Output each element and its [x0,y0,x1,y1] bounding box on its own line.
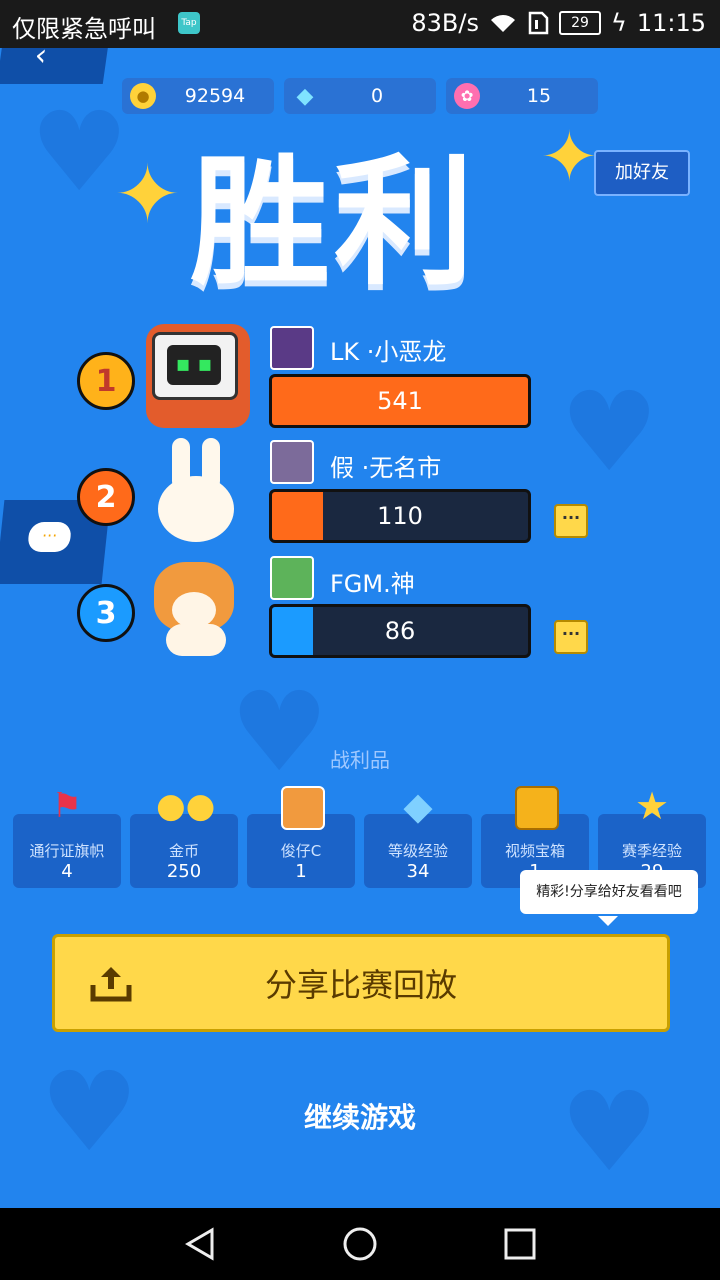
recents-square-icon[interactable] [502,1226,538,1262]
gold-coin-icon: ● [130,83,156,109]
reward-card: ◆ 等级经验 34 [364,786,472,888]
status-right: 83B/s 29 ϟ 11:15 [411,9,706,37]
player-name: LK ·小恶龙 [330,338,447,366]
continue-game-button[interactable]: 继续游戏 [0,1096,720,1136]
charging-icon: ϟ [610,9,627,37]
reward-count: 250 [166,861,202,882]
reward-label: 视频宝箱 [504,842,565,860]
player-profile-thumbnail[interactable] [270,556,314,600]
score-value: 86 [384,617,416,645]
game-result-screen: ♥ ♥ ♥ ♥ ♥ ‹ ● 92594 ◆ 0 ✿ 15 ✦ 胜利 ✦ 加好友 … [0,48,720,1208]
player-profile-thumbnail[interactable] [270,326,314,370]
sparkle-icon: ✦ [114,148,182,241]
reward-count: 34 [406,861,430,882]
reward-label: 赛季经验 [621,842,682,860]
currency-value: 15 [526,85,552,107]
carrier-text: 仅限紧急呼叫 [12,15,156,43]
treasure-chest-icon [515,786,559,830]
player-name: FGM.神 [330,570,415,598]
rank-badge: 3 [77,584,135,642]
rabbit-avatar-icon [158,476,234,542]
diamond-icon: ◆ [296,83,314,109]
coins-icon: ●● [156,786,216,826]
victory-title: 胜利 [190,142,479,305]
currency-lotus: ✿ 15 [446,78,598,114]
back-arrow-icon: ‹ [32,48,50,73]
tap-app-icon: Tap [178,12,200,34]
reward-label: 俊仔C [280,842,322,860]
score-bar: 110 [269,489,531,543]
flag-icon: ⚑ [51,786,83,826]
currency-gold: ● 92594 [122,78,274,114]
reward-card: ⚑ 通行证旗帜 4 [13,786,121,888]
star-icon: ★ [634,784,670,828]
currency-value: 0 [370,85,384,107]
sim-icon [528,11,549,35]
score-bar: 86 [269,604,531,658]
share-tooltip: 精彩!分享给好友看看吧 [520,870,698,926]
score-value: 541 [377,387,423,415]
lotus-icon: ✿ [454,83,480,109]
reward-count: 4 [61,861,73,882]
navigation-bar [0,1208,720,1280]
score-value: 110 [377,502,423,530]
back-triangle-icon[interactable] [182,1226,218,1262]
player-avatar[interactable] [146,438,242,544]
reward-label: 通行证旗帜 [29,842,105,860]
reward-card: 俊仔C 1 [247,786,355,888]
player-name: 假 ·无名市 [330,454,442,482]
add-friend-button[interactable]: 加好友 [594,150,690,196]
loot-section-title: 战利品 [330,748,390,772]
chat-bubble-icon: ··· [26,522,73,552]
rank-badge: 1 [77,352,135,410]
share-replay-button[interactable]: 分享比赛回放 [52,934,670,1032]
player-avatar[interactable] [146,554,246,658]
player-options-button[interactable]: ··· [554,504,588,538]
crystal-icon: ◆ [403,784,433,828]
share-replay-label: 分享比赛回放 [264,966,457,1004]
reward-label: 等级经验 [387,842,448,860]
bg-heart-icon: ♥ [560,368,659,496]
shiba-avatar-icon [281,786,325,830]
battery-level: 29 [571,15,589,31]
reward-card: ●● 金币 250 [130,786,238,888]
player-profile-thumbnail[interactable] [270,440,314,484]
shiba-avatar-icon [154,562,234,632]
rank-badge: 2 [77,468,135,526]
battery-icon: 29 [558,11,601,35]
share-upload-icon [90,967,132,1002]
reward-label: 金币 [168,842,199,860]
player-options-button[interactable]: ··· [554,620,588,654]
home-circle-icon[interactable] [342,1226,378,1262]
sparkle-icon: ✦ [540,116,599,198]
reward-count: 1 [295,861,307,882]
clock: 11:15 [636,9,706,37]
bg-heart-icon: ♥ [230,668,329,796]
player-avatar[interactable]: ▪ ▪ [146,324,250,428]
network-speed: 83B/s [411,9,479,37]
currency-diamond: ◆ 0 [284,78,436,114]
back-button[interactable]: ‹ [0,48,110,84]
robot-avatar-icon: ▪ ▪ [152,332,238,400]
score-bar: 541 [269,374,531,428]
wifi-icon [490,15,515,32]
status-bar: 仅限紧急呼叫 Tap 83B/s 29 ϟ 11:15 [0,0,720,48]
currency-value: 92594 [184,85,246,107]
